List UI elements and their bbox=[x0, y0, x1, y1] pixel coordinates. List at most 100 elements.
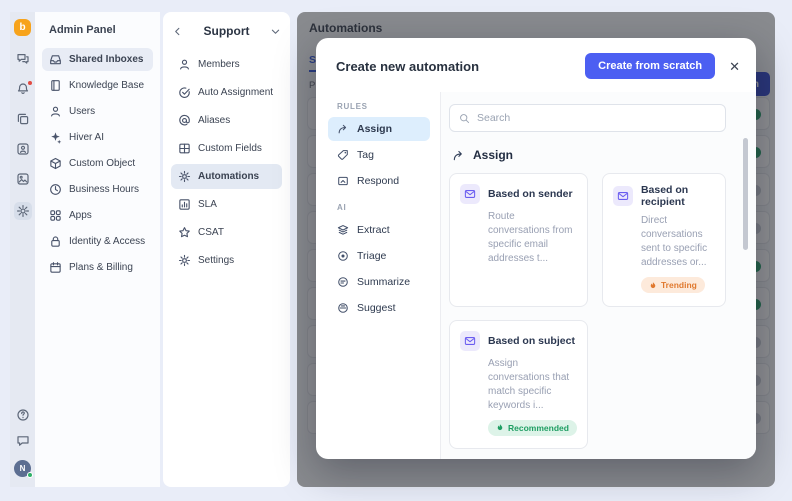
sidebar-item-knowledge-base[interactable]: Knowledge Base bbox=[42, 74, 153, 97]
modal-nav-triage[interactable]: Triage bbox=[328, 244, 430, 268]
modal-body: RULES Assign Tag Respond AI Extract Tria… bbox=[316, 92, 756, 459]
badge-label: Recommended bbox=[508, 422, 569, 433]
modal-nav-summarize[interactable]: Summarize bbox=[328, 270, 430, 294]
sidebar-item-label: Shared Inboxes bbox=[69, 54, 144, 65]
support-item-label: SLA bbox=[198, 199, 217, 210]
sla-icon bbox=[178, 198, 191, 211]
assign-arrow-icon bbox=[337, 123, 349, 135]
modal-scrollbar[interactable] bbox=[743, 138, 748, 250]
card-assign-based-on-recipient[interactable]: Based on recipient Direct conversations … bbox=[601, 173, 726, 307]
modal-nav-label: Suggest bbox=[357, 302, 396, 314]
avatar[interactable]: N bbox=[14, 460, 33, 478]
modal-nav-label: Respond bbox=[357, 175, 400, 187]
chevron-down-icon[interactable] bbox=[271, 27, 280, 36]
copy-icon[interactable] bbox=[16, 112, 30, 126]
card-assign-based-on-subject[interactable]: Based on subject Assign conversations th… bbox=[449, 319, 588, 449]
help-icon[interactable] bbox=[16, 408, 30, 422]
card-desc: Assign conversations that match specific… bbox=[488, 357, 570, 411]
modal-nav-assign[interactable]: Assign bbox=[328, 117, 430, 141]
search-icon bbox=[459, 113, 470, 124]
at-icon bbox=[178, 114, 191, 127]
book-icon bbox=[49, 79, 62, 92]
star-icon bbox=[178, 226, 191, 239]
modal-nav-label: Assign bbox=[357, 123, 393, 135]
sidebar-item-label: Custom Object bbox=[69, 158, 136, 169]
clock-icon bbox=[49, 183, 62, 196]
card-title: Based on sender bbox=[488, 188, 573, 200]
envelope-icon bbox=[460, 184, 480, 204]
sidebar-item-custom-object[interactable]: Custom Object bbox=[42, 152, 153, 175]
section-heading-label: Assign bbox=[473, 148, 514, 162]
admin-sidebar: Admin Panel Shared Inboxes Knowledge Bas… bbox=[35, 12, 160, 487]
support-sidebar-header: Support bbox=[173, 24, 280, 38]
section-heading-assign: Assign bbox=[452, 148, 726, 162]
tag-icon bbox=[337, 149, 349, 161]
inbox-icon bbox=[49, 53, 62, 66]
sidebar-item-users[interactable]: Users bbox=[42, 100, 153, 123]
settings-icon bbox=[178, 254, 191, 267]
support-item-members[interactable]: Members bbox=[171, 52, 282, 77]
summarize-icon bbox=[337, 276, 349, 288]
create-from-scratch-button[interactable]: Create from scratch bbox=[585, 53, 716, 79]
sidebar-item-hiver-ai[interactable]: Hiver AI bbox=[42, 126, 153, 149]
feedback-icon[interactable] bbox=[16, 434, 30, 448]
sidebar-item-label: Business Hours bbox=[69, 184, 140, 195]
sidebar-item-plans-billing[interactable]: Plans & Billing bbox=[42, 256, 153, 279]
gear-icon bbox=[178, 170, 191, 183]
sidebar-item-label: Identity & Access bbox=[69, 236, 146, 247]
support-item-sla[interactable]: SLA bbox=[171, 192, 282, 217]
modal-nav-suggest[interactable]: Suggest bbox=[328, 296, 430, 320]
modal-content: Assign Based on sender Route conversatio… bbox=[440, 92, 756, 459]
sidebar-item-label: Knowledge Base bbox=[69, 80, 145, 91]
contacts-icon[interactable] bbox=[16, 142, 30, 156]
members-icon bbox=[178, 58, 191, 71]
sidebar-item-apps[interactable]: Apps bbox=[42, 204, 153, 227]
modal-nav-label: Triage bbox=[357, 250, 387, 262]
hiver-logo[interactable]: b bbox=[14, 19, 31, 36]
support-item-settings[interactable]: Settings bbox=[171, 248, 282, 273]
badge-label: Trending bbox=[660, 280, 697, 290]
settings-icon[interactable] bbox=[13, 202, 32, 220]
support-item-label: Settings bbox=[198, 255, 235, 266]
sidebar-item-label: Hiver AI bbox=[69, 132, 105, 143]
media-icon[interactable] bbox=[16, 172, 30, 186]
close-icon[interactable]: ✕ bbox=[729, 60, 740, 73]
assign-arrow-icon bbox=[452, 149, 465, 162]
support-item-label: CSAT bbox=[198, 227, 224, 238]
support-item-custom-fields[interactable]: Custom Fields bbox=[171, 136, 282, 161]
trending-badge: Trending bbox=[640, 277, 705, 293]
search-box[interactable] bbox=[449, 104, 726, 132]
support-item-label: Members bbox=[198, 59, 240, 70]
sidebar-item-business-hours[interactable]: Business Hours bbox=[42, 178, 153, 201]
support-item-csat[interactable]: CSAT bbox=[171, 220, 282, 245]
card-assign-based-on-sender[interactable]: Based on sender Route conversations from… bbox=[449, 173, 588, 307]
rail-bottom: N bbox=[14, 408, 33, 487]
modal-nav-respond[interactable]: Respond bbox=[328, 169, 430, 193]
modal-nav-tag[interactable]: Tag bbox=[328, 143, 430, 167]
support-item-automations[interactable]: Automations bbox=[171, 164, 282, 189]
support-item-label: Aliases bbox=[198, 115, 231, 126]
suggest-icon bbox=[337, 302, 349, 314]
assign-cards: Based on sender Route conversations from… bbox=[449, 173, 726, 449]
card-title: Based on recipient bbox=[640, 184, 689, 208]
sidebar-item-shared-inboxes[interactable]: Shared Inboxes bbox=[42, 48, 153, 71]
fields-icon bbox=[178, 142, 191, 155]
support-item-label: Auto Assignment bbox=[198, 87, 274, 98]
sidebar-item-identity-access[interactable]: Identity & Access bbox=[42, 230, 153, 253]
modal-nav-extract[interactable]: Extract bbox=[328, 218, 430, 242]
online-status-dot bbox=[27, 472, 33, 478]
cube-icon bbox=[49, 157, 62, 170]
conversations-icon[interactable] bbox=[16, 52, 30, 66]
back-chevron-icon[interactable] bbox=[173, 27, 182, 36]
icon-rail: b N bbox=[10, 12, 35, 487]
card-title: Based on subject bbox=[488, 334, 575, 347]
sparkle-icon bbox=[49, 131, 62, 144]
search-input[interactable] bbox=[477, 112, 716, 124]
support-item-auto-assignment[interactable]: Auto Assignment bbox=[171, 80, 282, 105]
user-icon bbox=[49, 105, 62, 118]
notifications-icon[interactable] bbox=[16, 81, 32, 96]
support-item-aliases[interactable]: Aliases bbox=[171, 108, 282, 133]
support-sidebar: Support Members Auto Assignment Aliases … bbox=[163, 12, 290, 487]
support-item-label: Automations bbox=[198, 171, 260, 182]
lock-icon bbox=[49, 235, 62, 248]
